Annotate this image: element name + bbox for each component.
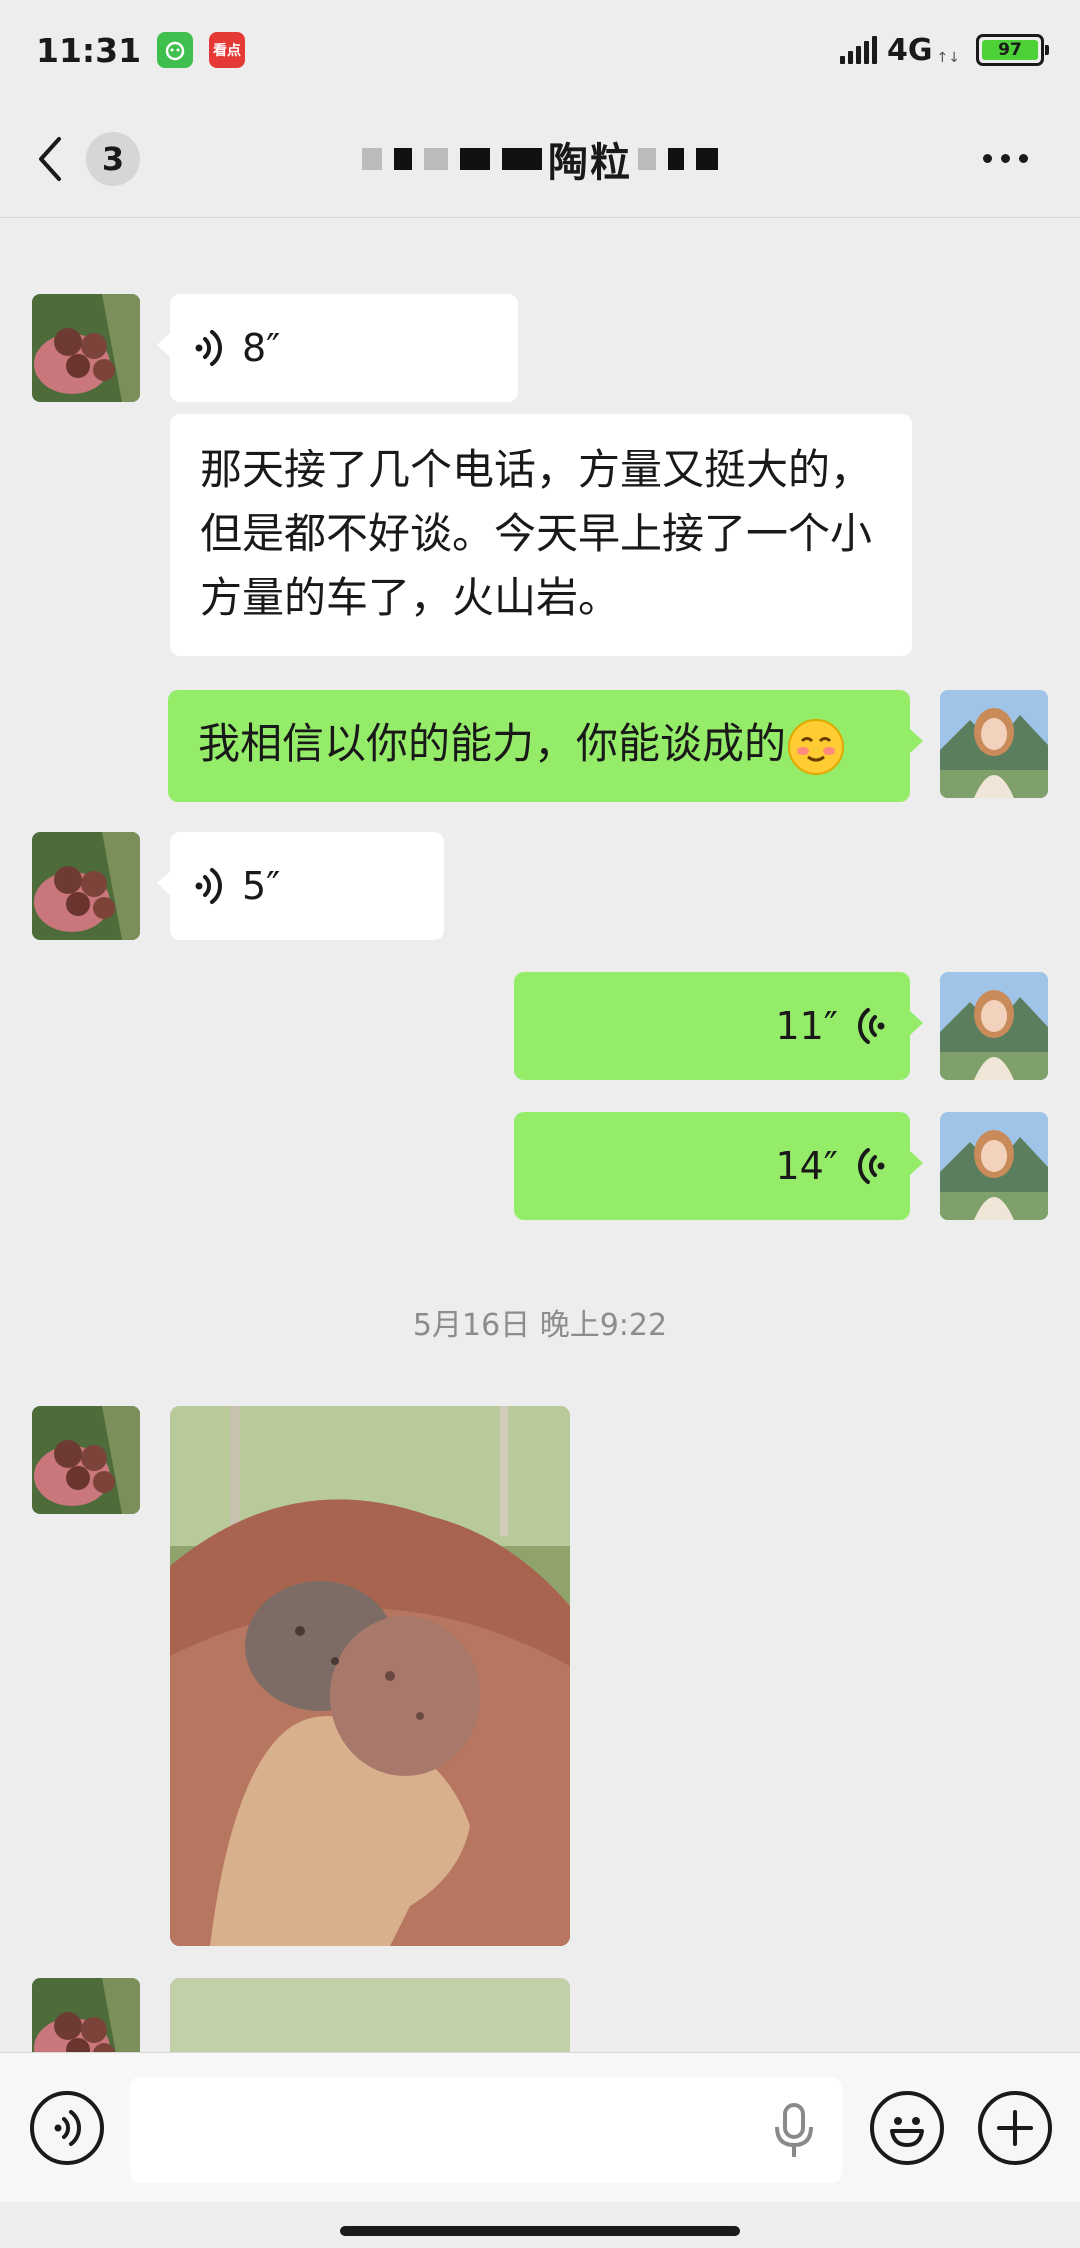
contact-avatar[interactable] xyxy=(32,832,140,940)
home-indicator[interactable] xyxy=(340,2226,740,2236)
message-text: 那天接了几个电话，方量又挺大的，但是都不好谈。今天早上接了一个小方量的车了，火山… xyxy=(200,445,873,622)
battery-level: 97 xyxy=(982,40,1038,60)
plus-icon[interactable] xyxy=(978,2091,1052,2165)
chat-title: 陶粒 xyxy=(250,100,830,218)
voice-duration: 11″ xyxy=(775,1004,838,1048)
voice-wave-icon xyxy=(858,1148,885,1184)
back-icon[interactable] xyxy=(28,129,72,189)
network-activity: ↑↓ xyxy=(936,49,960,66)
more-icon[interactable] xyxy=(983,154,1028,163)
app-notification-icon xyxy=(157,32,194,68)
message-text: 我相信以你的能力，你能谈成的 xyxy=(198,719,787,768)
voice-message-incoming[interactable]: 8″ xyxy=(157,294,518,402)
status-bar: 11:31 看点 4G ↑↓ 97 xyxy=(0,0,1080,100)
image-message[interactable] xyxy=(170,1406,570,1946)
contact-avatar[interactable] xyxy=(32,294,140,402)
voice-duration: 14″ xyxy=(775,1144,838,1188)
voice-message-outgoing[interactable]: 11″ xyxy=(514,972,923,1080)
voice-wave-icon xyxy=(195,330,222,366)
text-message-incoming[interactable]: 那天接了几个电话，方量又挺大的，但是都不好谈。今天早上接了一个小方量的车了，火山… xyxy=(170,414,912,656)
chat-header: 3 陶粒 xyxy=(0,100,1080,218)
chat-title-text: 陶粒 xyxy=(548,139,632,186)
input-bar xyxy=(0,2052,1080,2202)
contact-avatar[interactable] xyxy=(32,1978,140,2052)
signal-icon xyxy=(840,36,878,64)
voice-wave-icon xyxy=(195,868,222,904)
blush-emoji-icon xyxy=(788,718,845,775)
voice-message-outgoing[interactable]: 14″ xyxy=(514,1112,923,1220)
contact-avatar[interactable] xyxy=(32,1406,140,1514)
voice-message-incoming[interactable]: 5″ xyxy=(157,832,444,940)
voice-toggle-icon[interactable] xyxy=(30,2091,104,2165)
emoji-icon[interactable] xyxy=(870,2091,944,2165)
my-avatar[interactable] xyxy=(940,690,1048,798)
voice-wave-icon xyxy=(858,1008,885,1044)
text-message-outgoing[interactable]: 我相信以你的能力，你能谈成的 xyxy=(168,690,923,802)
my-avatar[interactable] xyxy=(940,972,1048,1080)
mic-icon[interactable] xyxy=(772,2103,816,2163)
voice-duration: 5″ xyxy=(242,864,281,908)
voice-duration: 8″ xyxy=(242,326,281,370)
status-time: 11:31 xyxy=(36,30,142,70)
kandian-app-icon: 看点 xyxy=(209,32,246,68)
image-message[interactable] xyxy=(170,1978,570,2052)
unread-count-badge[interactable]: 3 xyxy=(86,131,140,186)
message-timestamp: 5月16日 晚上9:22 xyxy=(412,1308,668,1343)
my-avatar[interactable] xyxy=(940,1112,1048,1220)
message-input[interactable] xyxy=(130,2077,842,2183)
battery-icon: 97 xyxy=(976,34,1049,66)
network-type: 4G xyxy=(887,32,933,68)
message-list[interactable]: 8″ 那天接了几个电话，方量又挺大的，但是都不好谈。今天早上接了一个小方量的车了… xyxy=(0,218,1080,2052)
